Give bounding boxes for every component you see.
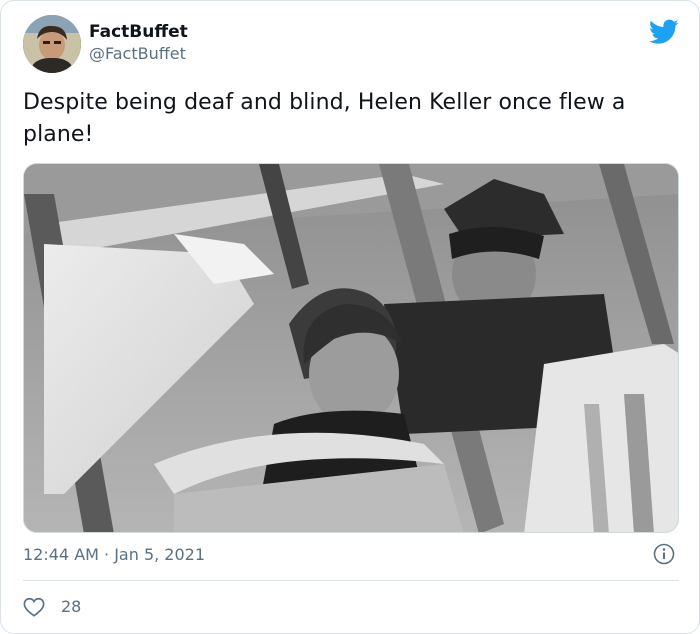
tweet-header: FactBuffet @FactBuffet — [23, 15, 683, 77]
heart-icon[interactable] — [23, 596, 45, 618]
timestamp-row: 12:44 AM · Jan 5, 2021 — [23, 541, 679, 569]
tweet-text: Despite being deaf and blind, Helen Kell… — [23, 90, 626, 147]
twitter-bird-icon[interactable] — [649, 19, 679, 45]
divider — [23, 580, 679, 581]
info-icon[interactable] — [653, 543, 675, 565]
tweet-media-photo[interactable] — [23, 163, 679, 533]
display-name[interactable]: FactBuffet — [89, 21, 188, 43]
media-photo — [24, 164, 678, 532]
user-handle[interactable]: @FactBuffet — [89, 43, 188, 65]
like-count: 28 — [61, 597, 82, 616]
tweet-card: FactBuffet @FactBuffet Despite being dea… — [0, 0, 700, 634]
tweet-timestamp[interactable]: 12:44 AM · Jan 5, 2021 — [23, 545, 205, 564]
author-names: FactBuffet @FactBuffet — [89, 21, 188, 65]
avatar[interactable] — [23, 15, 81, 73]
